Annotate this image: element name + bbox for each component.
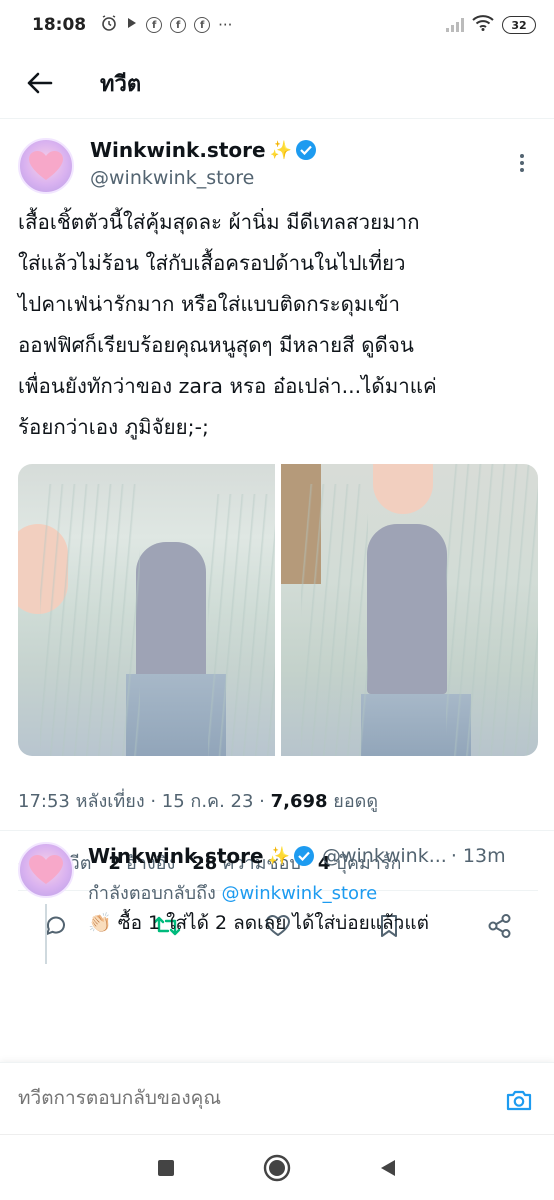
reply-author-handle[interactable]: @winkwink... [322,845,447,867]
status-bar: 18:08 f f f ··· 32 [0,0,554,50]
signal-icon [446,18,464,32]
more-dots-icon: ··· [218,16,233,34]
square-icon [157,1159,174,1176]
replying-to: กำลังตอบกลับถึง @winkwink_store [88,878,377,907]
tweet-text: เสื้อเชิ้ตตัวนี้ใส่คุ้มสุดละ ผ้านิ่ม มีด… [18,202,540,448]
reply-tweet[interactable]: Winkwink.store ✨ @winkwink... · 13m กำลั… [0,840,554,1060]
author-handle[interactable]: @winkwink_store [90,167,254,189]
alarm-icon [100,14,118,36]
author-name-row[interactable]: Winkwink.store ✨ [90,138,316,162]
divider [0,118,554,119]
facebook-icon: f [170,17,187,33]
thread-line [45,904,47,964]
tweet-text-line: ร้อยกว่าเอง ภูมิจัยย;-; [18,415,209,439]
status-time: 18:08 [32,15,87,35]
camera-icon [506,1090,532,1111]
verified-badge-icon [295,140,316,160]
system-icons: 32 [446,15,536,35]
view-count: 7,698 [270,791,328,812]
play-icon [126,16,138,34]
back-nav-button[interactable] [373,1153,403,1183]
heart-logo-icon [29,855,63,885]
main-tweet: Winkwink.store ✨ @winkwink_store เสื้อเช… [0,130,554,938]
neck-shape [373,464,433,514]
avatar[interactable] [18,842,74,898]
tweet-text-line: เสื้อเชิ้ตตัวนี้ใส่คุ้มสุดละ ผ้านิ่ม มีด… [18,210,420,234]
reply-text: 👏🏻 ซื้อ 1 ใส่ได้ 2 ลดเลย ได้ใส่บ่อยแล้วแ… [88,912,429,934]
battery-icon: 32 [502,16,536,34]
recents-button[interactable] [151,1153,181,1183]
tweet-text-line: ไปคาเฟ่น่ารักมาก หรือใส่แบบติดกระดุมเข้า [18,292,400,316]
tweet-text-line: เพื่อนยังทักว่าของ zara หรอ อ๋อเปล่า...ไ… [18,374,437,398]
tank-top-shape [367,524,447,694]
shirt-texture [446,464,538,756]
circle-icon [263,1154,291,1181]
notification-icons: f f f ··· [100,14,232,36]
divider [0,830,554,831]
tweet-author-row: Winkwink.store ✨ @winkwink_store [0,130,554,194]
back-button[interactable] [20,63,60,103]
camera-button[interactable] [504,1085,534,1115]
facebook-icon: f [146,17,163,33]
triangle-back-icon [381,1159,396,1176]
replying-to-handle-link[interactable]: @winkwink_store [222,883,378,904]
wifi-icon [472,15,494,35]
tweet-text-line: ใส่แล้วไม่ร้อน ใส่กับเสื้อครอปด้านในไปเท… [18,251,406,275]
author-name: Winkwink.store [90,138,266,162]
replying-to-prefix: กำลังตอบกลับถึง [88,883,222,904]
system-navigation-bar [0,1134,554,1200]
page-title: ทวีต [100,71,142,97]
shirt-texture [208,494,275,756]
sparkle-icon: ✨ [267,845,290,867]
tweet-media [18,464,538,756]
top-app-bar: ทวีต [0,52,554,114]
tank-top-shape [136,542,206,692]
heart-logo-icon [29,151,63,181]
tweet-timestamp: 17:53 หลังเที่ยง · 15 ก.ค. 23 · 7,698 ยอ… [18,786,378,815]
reply-compose-bar [0,1062,554,1134]
reply-input[interactable] [18,1087,478,1109]
tweet-photo[interactable] [281,464,538,756]
tweet-text-line: ออฟฟิศก็เรียบร้อยคุณหนูสุดๆ มีหลายสี ดูด… [18,333,414,357]
sparkle-icon: ✨ [269,139,292,161]
view-label: ยอดดู [327,791,379,812]
avatar[interactable] [18,138,74,194]
shirt-texture [40,484,140,756]
reply-time: · 13m [450,845,506,867]
more-options-button[interactable] [512,148,532,178]
reply-header: Winkwink.store ✨ @winkwink... · 13m [88,844,506,868]
facebook-icon: f [194,17,211,33]
tweet-time: 17:53 หลังเที่ยง · 15 ก.ค. 23 · [18,791,271,812]
tweet-photo[interactable] [18,464,275,756]
verified-badge-icon [293,846,314,866]
reply-author-name[interactable]: Winkwink.store [88,844,264,868]
home-button[interactable] [262,1153,292,1183]
shirt-texture [301,484,368,756]
arrow-left-icon [27,72,53,94]
